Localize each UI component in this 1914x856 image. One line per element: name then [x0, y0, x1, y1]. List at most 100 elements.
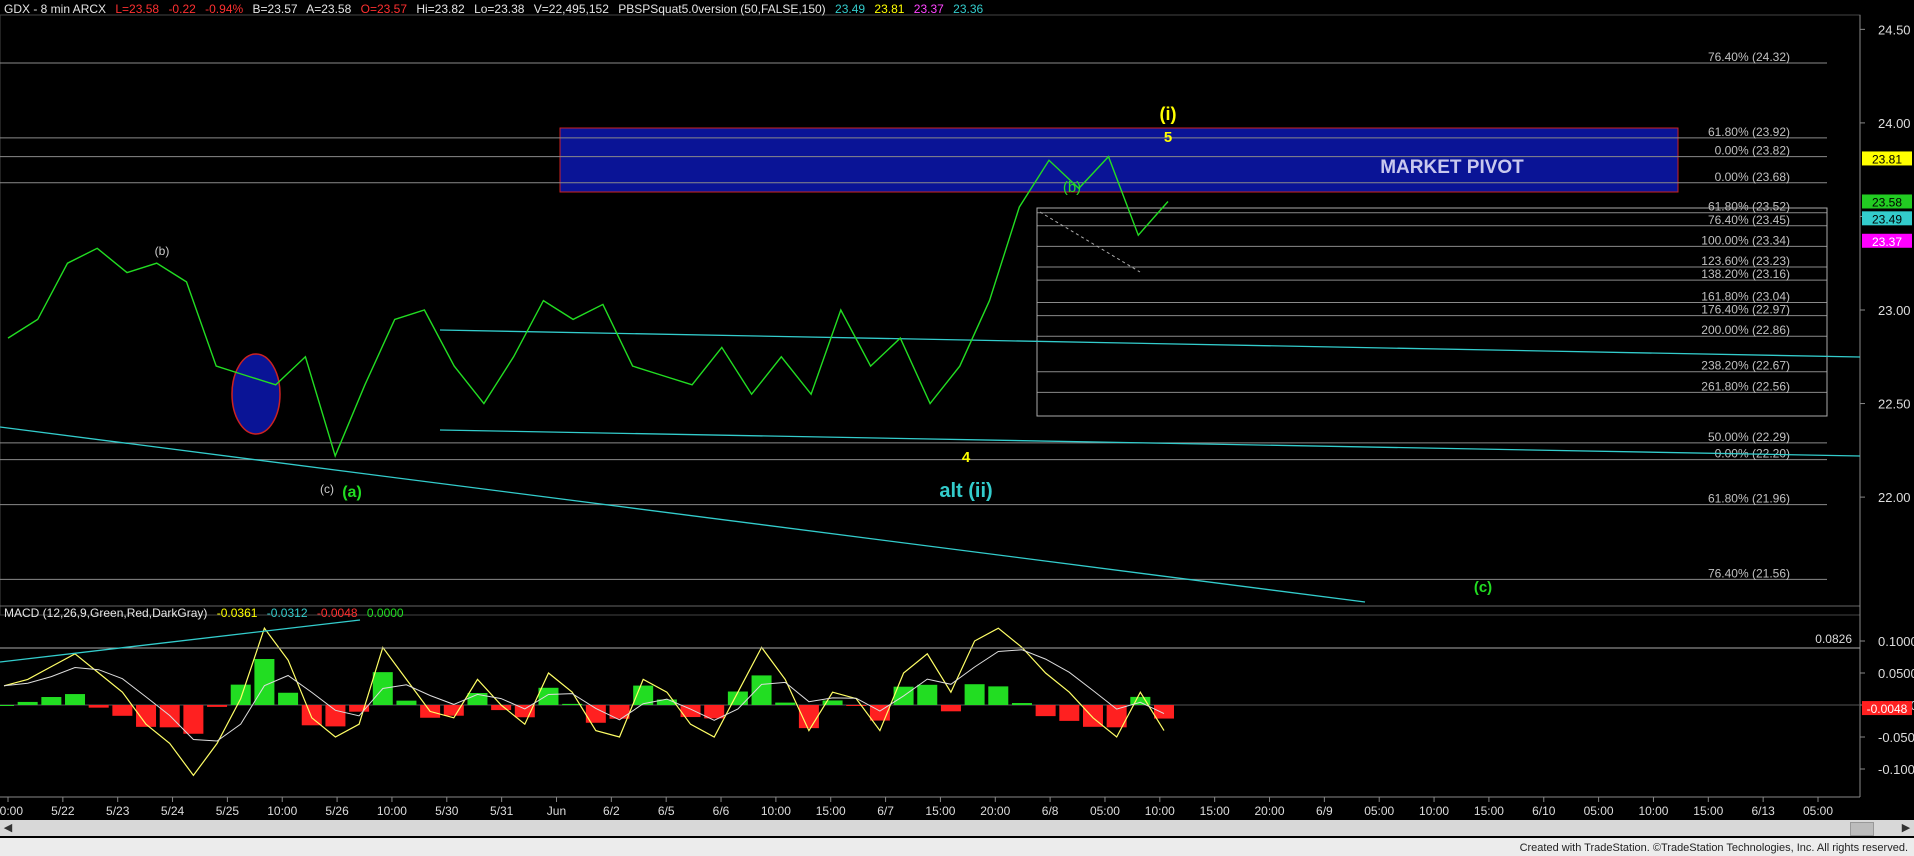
highlight-ellipse: [231, 353, 281, 435]
price-tag-label: 23.49: [1872, 212, 1902, 226]
macd-hist-bar: [964, 684, 985, 705]
chart-header: GDX - 8 min ARCX L=23.58 -0.22 -0.94% B=…: [4, 2, 989, 16]
time-tick-label: 6/9: [1316, 804, 1333, 818]
macd-hist-bar: [17, 701, 38, 705]
fib-level-label: 200.00% (22.86): [1701, 323, 1790, 337]
price-tick-label: 24.00: [1878, 116, 1911, 131]
macd-hist-bar: [41, 697, 62, 705]
wave-label-5: 5: [1164, 129, 1172, 146]
chart-canvas: MARKET PIVOT 76.40% (24.32) 61.80% (23.92…: [0, 0, 1914, 856]
fib-level-label: 61.80% (21.96): [1708, 492, 1790, 506]
price-tick-label: 24.50: [1878, 22, 1911, 37]
macd-hist-bar: [230, 684, 251, 705]
time-tick-label: 5/30: [435, 804, 459, 818]
price-tick-label: 22.00: [1878, 490, 1911, 505]
fib-level-label: 0.00% (23.82): [1715, 144, 1790, 158]
macd-hist-bar: [1154, 705, 1174, 719]
volume-value: V=22,495,152: [533, 2, 609, 16]
fib-level-label: 76.40% (21.56): [1708, 566, 1790, 580]
macd-last-tag-label: -0.0048: [1867, 702, 1908, 716]
wave-label-4: 4: [962, 449, 971, 466]
wave-label-a-green: (a): [342, 484, 362, 501]
time-tick-label: 05:00: [1090, 804, 1120, 818]
macd-header: MACD (12,26,9,Green,Red,DarkGray) -0.036…: [4, 606, 410, 620]
symbol-label: GDX - 8 min ARCX: [4, 2, 107, 16]
wave-label-c-white: (c): [320, 482, 334, 496]
time-tick-label: 05:00: [1364, 804, 1394, 818]
price-tag-label: 23.58: [1872, 195, 1902, 209]
high-value: Hi=23.82: [416, 2, 465, 16]
macd-hist-bar: [1011, 703, 1032, 705]
time-tick-label: 6/7: [877, 804, 894, 818]
macd-hist-bar: [183, 705, 204, 734]
fib-level-label: 61.80% (23.92): [1708, 125, 1790, 139]
macd-value-2: -0.0312: [266, 606, 308, 620]
indicator-value-4: 23.36: [953, 2, 984, 16]
time-tick-label: 6/13: [1751, 804, 1775, 818]
fib-level-label: 261.80% (22.56): [1701, 379, 1790, 393]
time-tick-label: 6/6: [713, 804, 730, 818]
time-tick-label: 20:00: [1254, 804, 1284, 818]
wave-label-c-green: (c): [1474, 579, 1492, 596]
time-tick-label: 10:00: [1638, 804, 1668, 818]
ask-value: A=23.58: [306, 2, 352, 16]
scroll-right-icon[interactable]: ▶: [1898, 820, 1914, 836]
time-tick-label: 20:00: [980, 804, 1010, 818]
macd-tick-label: 0.0500: [1878, 666, 1914, 681]
fib-level-label: 0.00% (23.68): [1715, 170, 1790, 184]
macd-hist-bar: [1035, 705, 1056, 717]
wave-label-b-green: (b): [1063, 179, 1081, 196]
macd-hist-bar: [846, 705, 867, 706]
macd-hist-bar: [88, 705, 109, 708]
macd-hist-bar: [112, 705, 133, 716]
time-tick-label: 6/8: [1042, 804, 1059, 818]
wave-label-b-white: (b): [155, 244, 170, 258]
time-tick-label: 15:00: [1693, 804, 1723, 818]
price-tick-label: 23.00: [1878, 303, 1911, 318]
market-pivot-label: MARKET PIVOT: [1380, 157, 1524, 178]
time-tick-label: 6/5: [658, 804, 675, 818]
macd-hist-bar: [207, 705, 228, 707]
macd-hist-bar: [514, 705, 535, 718]
footer-credit: Created with TradeStation. ©TradeStation…: [1519, 842, 1908, 854]
price-tick-label: 22.50: [1878, 397, 1911, 412]
time-tick-label: 6/10: [1532, 804, 1556, 818]
macd-hist-bar: [538, 687, 559, 705]
macd-hist-bar: [1059, 705, 1080, 721]
indicator-value-2: 23.81: [874, 2, 905, 16]
macd-hist-bar: [704, 705, 725, 719]
time-tick-label: 10:00: [761, 804, 791, 818]
fib-level-label: 161.80% (23.04): [1701, 290, 1790, 304]
time-tick-label: 10:00: [1145, 804, 1175, 818]
scroll-left-icon[interactable]: ◀: [0, 820, 16, 836]
time-tick-label: 5/23: [106, 804, 130, 818]
fib-level-label: 100.00% (23.34): [1701, 233, 1790, 247]
price-tag-label: 23.81: [1872, 152, 1902, 166]
time-tick-label: 10:00: [267, 804, 297, 818]
time-tick-label: 10:00: [1419, 804, 1449, 818]
time-tick-label: Jun: [547, 804, 566, 818]
macd-hist-bar: [254, 658, 275, 705]
macd-hist-bar: [0, 705, 14, 706]
macd-value-3: -0.0048: [316, 606, 358, 620]
open-value: O=23.57: [360, 2, 407, 16]
macd-hist-bar: [751, 675, 772, 705]
time-tick-label: 15:00: [925, 804, 955, 818]
time-tick-label: 6/2: [603, 804, 620, 818]
macd-level-tag: 0.0826: [1815, 632, 1852, 646]
scroll-thumb[interactable]: [1850, 822, 1874, 836]
wave-label-i: (i): [1160, 104, 1177, 124]
macd-hist-bar: [301, 705, 322, 726]
time-tick-label: 15:00: [816, 804, 846, 818]
macd-hist-bar: [727, 691, 748, 705]
horizontal-scrollbar[interactable]: ◀ ▶: [0, 820, 1914, 836]
indicator-label: PBSPSquat5.0version (50,FALSE,150): [618, 2, 826, 16]
fib-level-label: 61.80% (23.52): [1708, 200, 1790, 214]
macd-hist-bar: [65, 694, 86, 705]
macd-hist-bar: [775, 702, 796, 705]
macd-hist-bar: [325, 705, 346, 727]
fib-level-label: 176.40% (22.97): [1701, 303, 1790, 317]
time-tick-label: 15:00: [1474, 804, 1504, 818]
macd-hist-bar: [940, 705, 961, 712]
fib-level-label: 138.20% (23.16): [1701, 267, 1790, 281]
